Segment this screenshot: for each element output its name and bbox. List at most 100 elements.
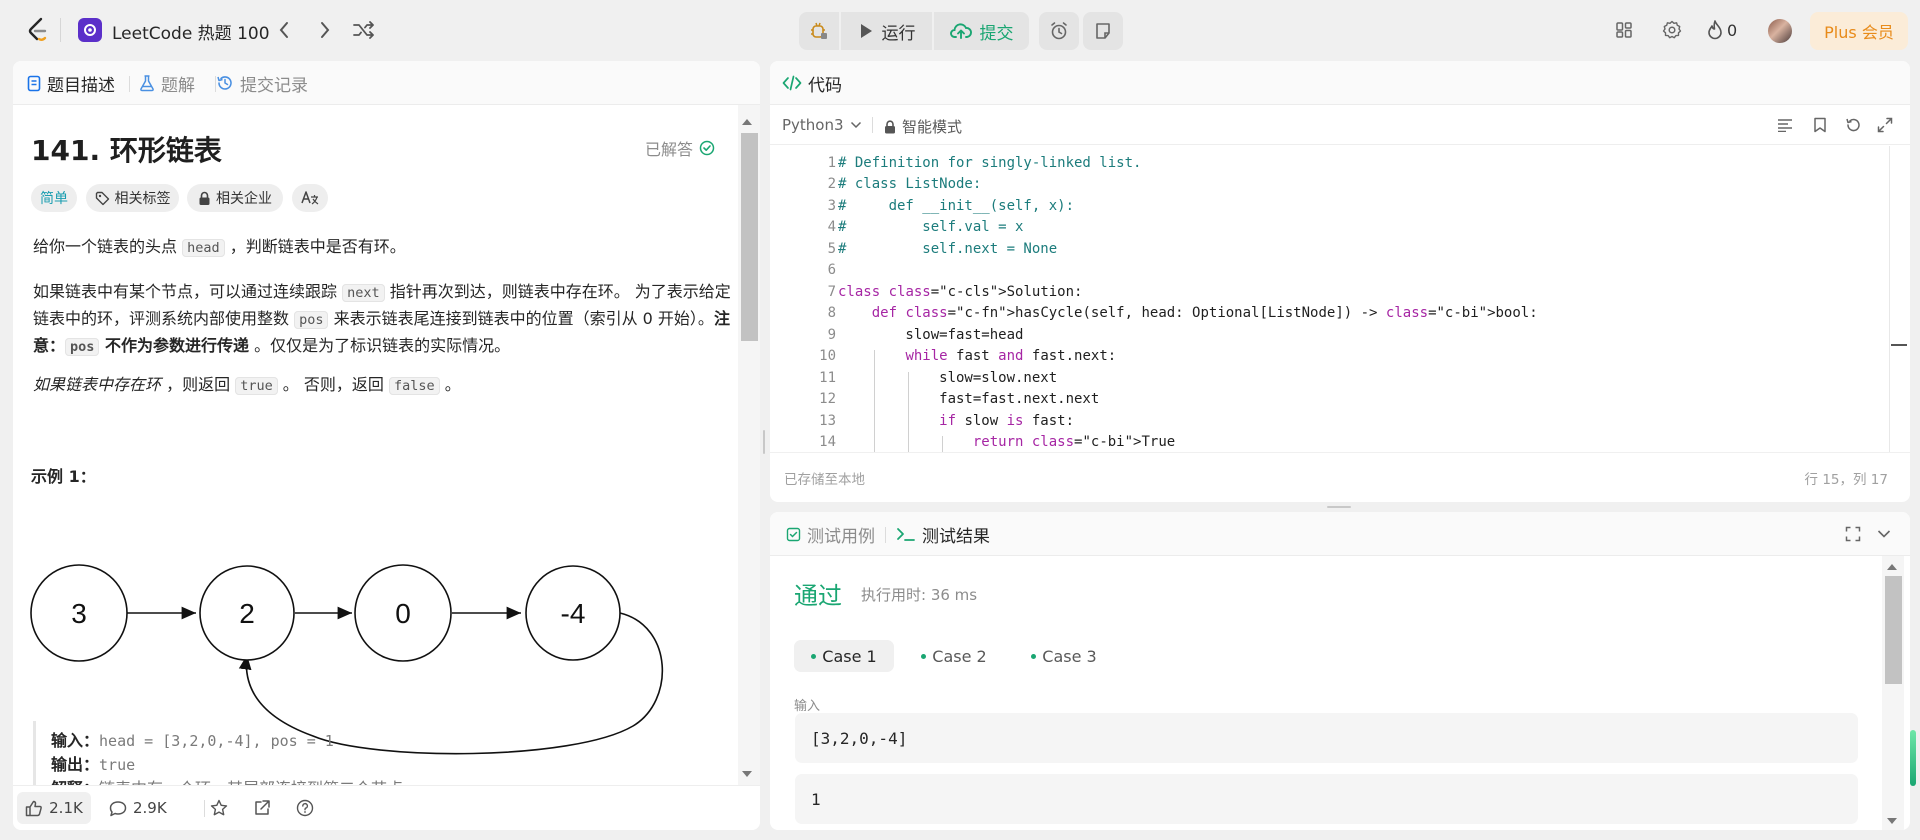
bookmark-icon[interactable] <box>1810 115 1830 135</box>
flask-icon <box>140 75 154 92</box>
like-count: 2.1K <box>49 799 83 817</box>
comment-icon <box>109 800 127 816</box>
scroll-down-icon[interactable] <box>742 771 752 777</box>
line-number: 4 <box>827 219 836 236</box>
tab-submissions[interactable]: 提交记录 <box>216 61 308 105</box>
line-number: 7 <box>827 283 836 300</box>
run-label: 运行 <box>881 23 916 44</box>
panel-resize-handle[interactable] <box>1327 506 1351 508</box>
note-icon <box>1096 23 1110 39</box>
solved-status: 已解答 <box>645 136 715 160</box>
submit-label: 提交 <box>979 23 1014 44</box>
translate-button[interactable] <box>292 184 328 212</box>
fullscreen-icon[interactable] <box>1875 115 1895 135</box>
scrollbar-track[interactable] <box>738 105 760 785</box>
check-circle-icon <box>699 140 715 156</box>
example-output-row: 输出：true <box>51 753 419 777</box>
editor-scrollbar-track[interactable] <box>1889 146 1890 452</box>
tab-testcases[interactable]: 测试用例 <box>786 512 875 556</box>
save-status: 已存储至本地 <box>784 472 865 488</box>
editor-status-bar: 已存储至本地 行 15，列 17 <box>770 452 1910 502</box>
study-plan-title[interactable]: LeetCode 热题 100 <box>112 19 270 44</box>
avatar[interactable] <box>1768 19 1792 43</box>
topics-tag-button[interactable]: 相关标签 <box>86 184 179 212</box>
scrollbar-track[interactable] <box>1882 556 1904 830</box>
value: head = [3,2,0,-4], pos = 1 <box>99 732 334 750</box>
code-text: slow=fast=head <box>838 326 1024 343</box>
panel-resize-handle[interactable] <box>763 430 765 454</box>
line-number: 5 <box>827 240 836 257</box>
history-icon <box>217 76 232 90</box>
tab-solutions[interactable]: 题解 <box>139 61 195 105</box>
scroll-up-icon[interactable] <box>742 119 752 125</box>
inline-code: true <box>235 377 278 395</box>
difficulty-badge: 简单 <box>31 184 77 212</box>
scroll-up-icon[interactable] <box>1887 564 1897 570</box>
run-button[interactable]: 运行 <box>841 12 932 50</box>
cursor-position: 行 15，列 17 <box>1804 472 1888 488</box>
settings-gear-icon[interactable] <box>1660 18 1684 42</box>
text: 给你一个链表的头点 <box>33 237 183 256</box>
node-label: 2 <box>239 598 255 629</box>
input-label: 输入 <box>794 699 821 714</box>
editor-toolbar: Python3 智能模式 <box>770 105 1910 145</box>
line-number: 2 <box>827 176 836 193</box>
timer-button[interactable] <box>1039 12 1079 50</box>
companies-tag-button[interactable]: 相关企业 <box>187 184 283 212</box>
chevron-left-icon[interactable] <box>272 18 296 42</box>
node-label: 0 <box>395 598 411 629</box>
pass-dot <box>811 653 817 659</box>
reset-icon[interactable] <box>1843 115 1863 135</box>
node-label: -4 <box>561 598 586 629</box>
code-text: if slow is fast: <box>939 412 1075 429</box>
alarm-clock-icon <box>1051 22 1067 40</box>
like-button[interactable]: 2.1K <box>17 792 91 824</box>
star-icon[interactable] <box>209 798 229 818</box>
text: ，则返回 <box>161 375 236 394</box>
text: 。仅仅是为了标识链表的实际情况。 <box>248 336 511 355</box>
problem-tabs: 题目描述 题解 提交记录 <box>13 61 760 105</box>
case-tab-2[interactable]: Case 2 <box>904 640 1004 672</box>
case-tab-3[interactable]: Case 3 <box>1014 640 1114 672</box>
submit-button[interactable]: 提交 <box>934 12 1029 50</box>
text: 来表示链表尾连接到链表中的位置（索引从 0 开始）。 <box>328 309 714 328</box>
share-icon[interactable] <box>252 798 272 818</box>
study-plan-icon[interactable] <box>78 18 102 42</box>
language-select[interactable]: Python3 <box>782 116 862 134</box>
tab-test-result[interactable]: 测试结果 <box>896 512 990 556</box>
line-number: 12 <box>819 391 836 408</box>
leetcode-logo-icon[interactable] <box>24 14 52 46</box>
pass-dot <box>1031 653 1037 659</box>
tag-icon <box>95 191 109 205</box>
format-icon[interactable] <box>1775 115 1795 135</box>
code-editor[interactable]: 1 # Definition for singly-linked list. 2 #… <box>770 146 1890 452</box>
streak-counter[interactable]: 0 <box>1707 18 1737 42</box>
scrollbar-thumb[interactable] <box>741 133 758 341</box>
tab-code[interactable]: 代码 <box>782 61 842 105</box>
case-label: Case 1 <box>822 646 877 666</box>
description-paragraph-3: 如果链表中存在环 ，则返回 true 。 否则，返回 false 。 <box>33 372 733 399</box>
inline-code: false <box>388 377 440 395</box>
scroll-down-icon[interactable] <box>1887 818 1897 824</box>
debug-button[interactable] <box>799 12 839 50</box>
description-paragraph-1: 给你一个链表的头点 head ，判断链表中是否有环。 <box>33 234 733 261</box>
document-icon <box>27 75 41 91</box>
collapse-chevron-icon[interactable] <box>1874 524 1894 544</box>
layout-grid-icon[interactable] <box>1612 18 1636 42</box>
tab-description[interactable]: 题目描述 <box>27 61 115 105</box>
smart-mode-toggle[interactable]: 智能模式 <box>884 116 962 137</box>
note-button[interactable] <box>1083 12 1123 50</box>
plus-membership-button[interactable]: Plus 会员 <box>1810 12 1908 50</box>
example-title: 示例 1： <box>31 467 96 486</box>
tab-testcases-label: 测试用例 <box>807 526 875 547</box>
help-icon[interactable] <box>295 798 315 818</box>
shuffle-icon[interactable] <box>352 18 376 42</box>
code-text: # def __init__(self, x): <box>838 197 1075 214</box>
line-number: 3 <box>827 197 836 214</box>
chevron-right-icon[interactable] <box>313 18 337 42</box>
comments-button[interactable]: 2.9K <box>109 792 167 824</box>
text: 。 <box>439 375 461 394</box>
maximize-icon[interactable] <box>1843 524 1863 544</box>
case-tab-1[interactable]: Case 1 <box>794 640 894 672</box>
scrollbar-thumb[interactable] <box>1885 576 1902 684</box>
